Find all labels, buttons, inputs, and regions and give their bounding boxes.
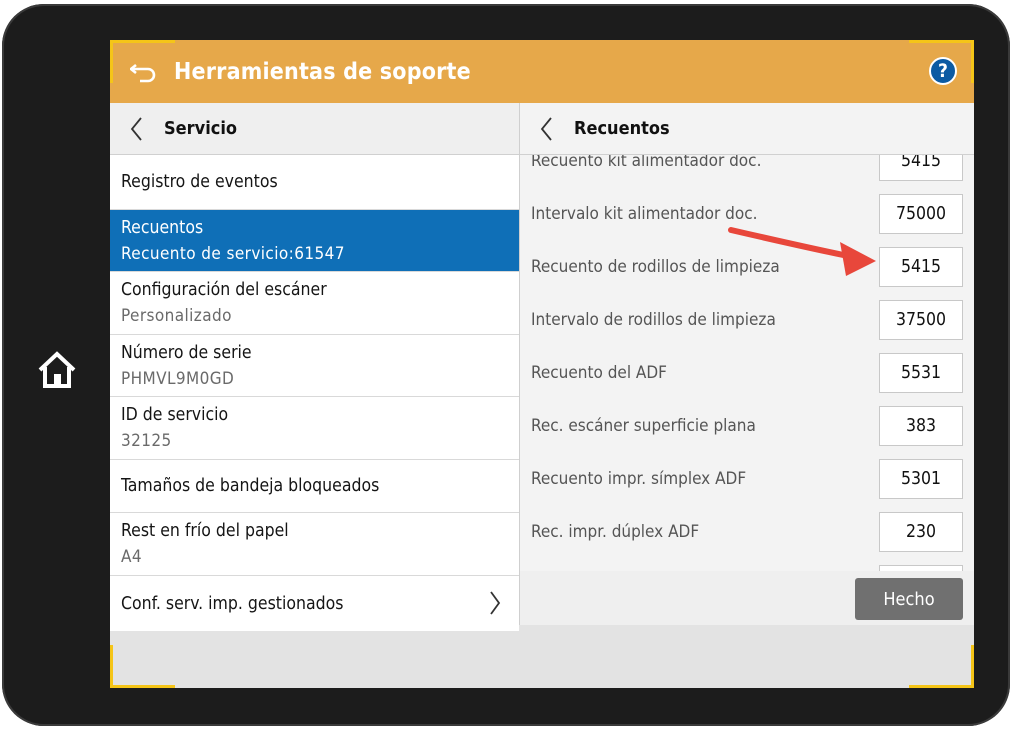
menu-item-label: ID de servicio [121,405,229,425]
count-value[interactable]: 383 [879,405,963,446]
count-label: Rec. impr. dúplex ADF [531,521,700,542]
count-row: Recuento del ADF 5531 [520,346,974,399]
menu-item-id-servicio[interactable]: ID de servicio 32125 [110,397,519,460]
menu-item-tamanos-bandeja[interactable]: Tamaños de bandeja bloqueados [110,460,519,513]
left-panel-header: Servicio [110,103,519,155]
corner-accent [110,645,175,688]
chevron-right-icon [489,590,501,620]
menu-item-value: PHMVL9M0GD [121,368,235,389]
count-row: Rec. escáner superficie plana 383 [520,399,974,452]
help-icon[interactable]: ? [929,57,957,85]
count-row: Recuento de rodillos de limpieza 5415 [520,240,974,293]
menu-item-value: A4 [121,547,142,567]
menu-item-value: Personalizado [121,306,232,326]
menu-item-registro-eventos[interactable]: Registro de eventos [110,155,519,210]
menu-item-label: Recuentos [121,217,204,238]
menu-item-value: Recuento de servicio:61547 [121,243,345,264]
count-label: Recuento del ADF [531,362,667,383]
chevron-left-icon[interactable] [116,103,156,155]
menu-item-label: Registro de eventos [121,172,278,192]
count-label: Recuento impr. símplex ADF [531,468,747,489]
left-panel-title: Servicio [164,118,238,139]
title-bar: Herramientas de soporte ? [110,40,974,103]
menu-item-conf-serv-imp[interactable]: Conf. serv. imp. gestionados [110,576,519,631]
menu-item-label: Número de serie [121,342,252,363]
menu-item-value: 32125 [121,431,172,451]
menu-item-rest-frio-papel[interactable]: Rest en frío del papel A4 [110,513,519,576]
count-value[interactable]: 5415 [879,246,963,287]
count-value[interactable]: 5415 [879,155,963,181]
count-row: Recuento impr. símplex ADF 5301 [520,452,974,505]
count-value[interactable]: 5531 [879,352,963,393]
count-row: Recuento kit alimentador doc. 5415 [520,155,974,187]
corner-accent [909,645,974,688]
count-label: Recuento de rodillos de limpieza [531,256,780,277]
count-label: Rec. escáner superficie plana [531,415,756,436]
count-label: Intervalo de rodillos de limpieza [531,309,776,330]
counts-panel: Recuentos Recuento kit alimentador doc. … [520,103,974,625]
count-row-partial [520,558,974,571]
right-panel-header: Recuentos [520,103,974,155]
right-panel-title: Recuentos [574,118,670,139]
count-label: Recuento kit alimentador doc. [531,155,762,171]
menu-item-label: Rest en frío del papel [121,521,289,541]
count-label: Intervalo kit alimentador doc. [531,203,758,224]
action-bar: Hecho [520,571,974,625]
count-value[interactable]: 75000 [879,193,963,234]
touch-screen: Herramientas de soporte ? Servicio Regis… [110,40,974,688]
count-row: Rec. impr. dúplex ADF 230 [520,505,974,558]
count-value[interactable]: 37500 [879,299,963,340]
chevron-left-icon[interactable] [526,103,566,155]
count-value[interactable]: 5301 [879,458,963,499]
service-menu-panel: Servicio Registro de eventos Recuentos R… [110,103,520,631]
counts-list[interactable]: Recuento kit alimentador doc. 5415 Inter… [520,155,974,572]
count-row: Intervalo kit alimentador doc. 75000 [520,187,974,240]
done-button[interactable]: Hecho [855,578,963,620]
count-value[interactable]: 230 [879,511,963,552]
home-icon[interactable] [36,349,78,391]
menu-item-recuentos[interactable]: Recuentos Recuento de servicio:61547 [110,210,519,272]
menu-item-config-escaner[interactable]: Configuración del escáner Personalizado [110,272,519,335]
menu-item-label: Configuración del escáner [121,280,327,300]
menu-item-label: Conf. serv. imp. gestionados [121,593,344,614]
page-title: Herramientas de soporte [174,58,471,85]
count-row: Intervalo de rodillos de limpieza 37500 [520,293,974,346]
menu-item-numero-serie[interactable]: Número de serie PHMVL9M0GD [110,335,519,397]
back-arrow-icon[interactable] [124,52,164,92]
menu-item-label: Tamaños de bandeja bloqueados [121,476,380,496]
